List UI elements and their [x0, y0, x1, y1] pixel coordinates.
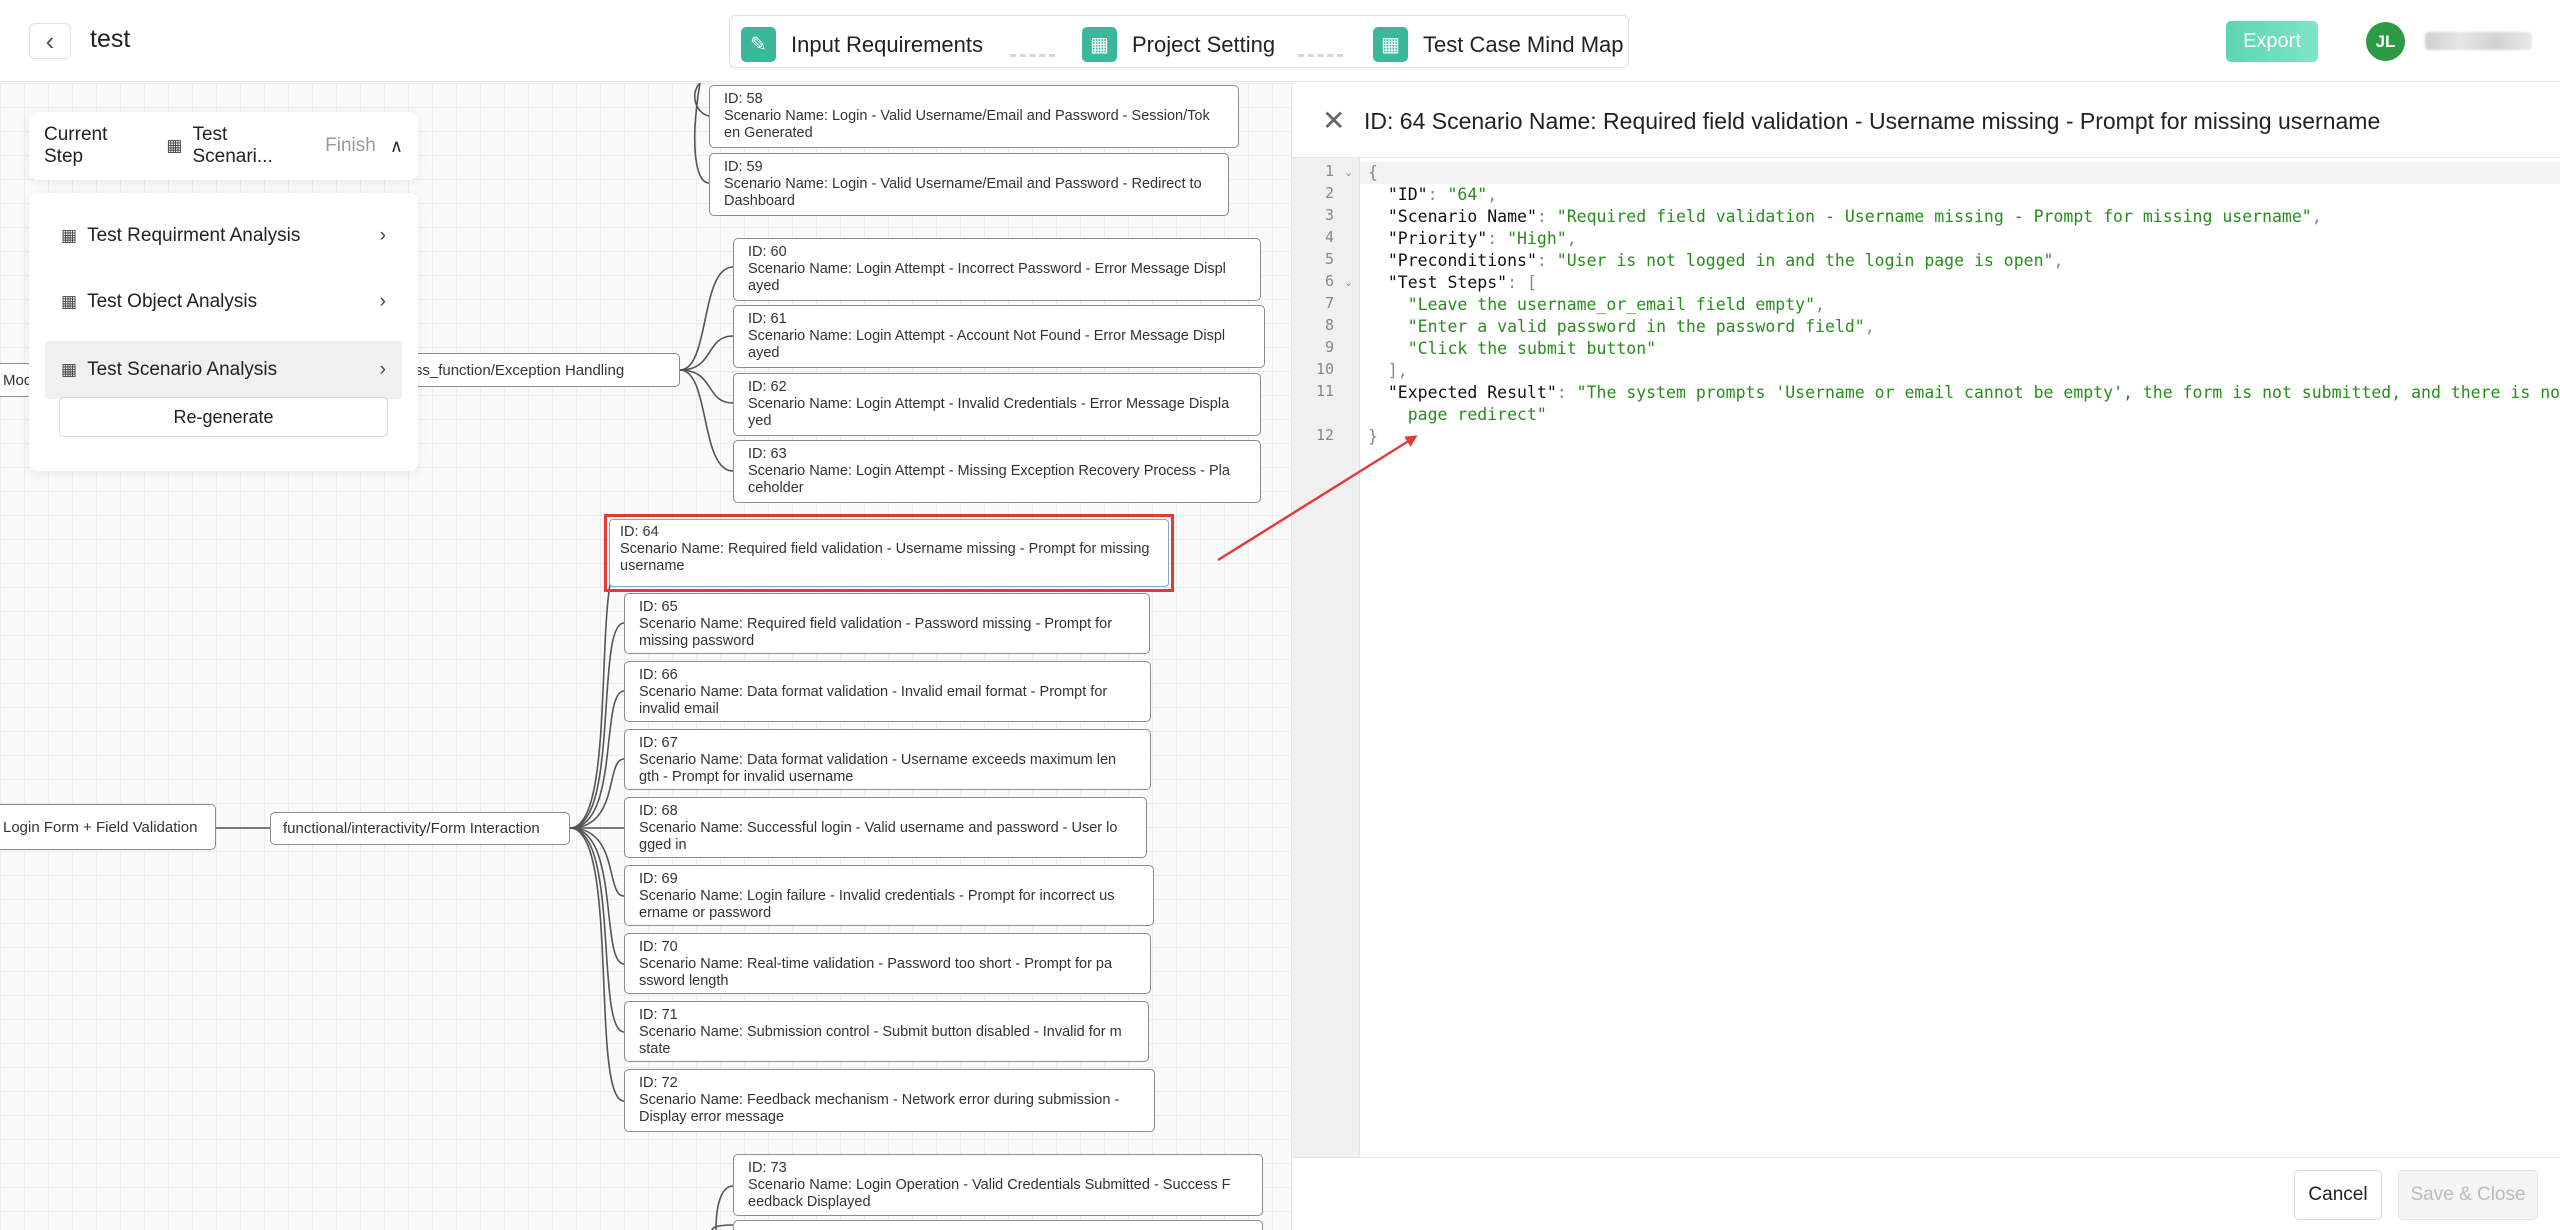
- line-number: 4: [1324, 228, 1334, 246]
- chevron-left-icon: ‹: [45, 26, 55, 56]
- chevron-right-icon: ›: [379, 225, 386, 246]
- scenario-node[interactable]: ID: 70 Scenario Name: Real-time validati…: [624, 933, 1151, 994]
- module-node-login-form[interactable]: Login Form + Field Validation: [0, 804, 216, 850]
- scenario-node[interactable]: ID: 72 Scenario Name: Feedback mechanism…: [624, 1069, 1155, 1132]
- code-token: "Enter a valid password in the password …: [1407, 317, 1865, 336]
- chevron-right-icon: ›: [379, 291, 386, 312]
- save-and-close-button[interactable]: Save & Close: [2398, 1170, 2538, 1220]
- regenerate-button[interactable]: Re-generate: [59, 397, 388, 437]
- branch-node-exception[interactable]: Business_function/Exception Handling: [380, 353, 680, 387]
- code-token: "ID": [1387, 185, 1428, 204]
- grid-icon: ▦: [61, 226, 78, 245]
- scenario-node[interactable]: ID: 62 Scenario Name: Login Attempt - In…: [733, 373, 1261, 436]
- scenario-node-inner: ID: 64 Scenario Name: Required field val…: [609, 519, 1169, 587]
- steps-menu: ▦ Test Requirment Analysis › ▦ Test Obje…: [29, 193, 418, 471]
- scenario-node[interactable]: ID: 58 Scenario Name: Login - Valid User…: [709, 85, 1239, 148]
- code-token: "User is not logged in and the login pag…: [1556, 251, 2054, 270]
- scenario-node[interactable]: ID: 59 Scenario Name: Login - Valid User…: [709, 153, 1229, 216]
- code-token: "64": [1447, 185, 1488, 204]
- username-blurred: [2425, 32, 2532, 50]
- code-token: "Priority": [1387, 229, 1488, 248]
- fold-toggle-icon[interactable]: ⌄: [1344, 276, 1353, 289]
- step-navigator: ✎ Input Requirements ▦ Project Setting ▦…: [729, 15, 1629, 68]
- line-number: 2: [1324, 184, 1334, 202]
- project-name: test: [90, 25, 131, 53]
- scenario-node[interactable]: ID: 69 Scenario Name: Login failure - In…: [624, 865, 1154, 926]
- menu-item-scenario-analysis[interactable]: ▦ Test Scenario Analysis ›: [45, 341, 402, 399]
- status-badge: Finish: [325, 135, 376, 156]
- avatar[interactable]: JL: [2366, 22, 2405, 61]
- code-token: page redirect": [1407, 405, 1547, 424]
- step-label: Test Case Mind Map: [1423, 31, 1624, 57]
- line-number: 3: [1324, 206, 1334, 224]
- step-connector: [1298, 54, 1343, 57]
- code-token: "Leave the username_or_email field empty…: [1407, 295, 1816, 314]
- grid-icon: ▦: [1373, 27, 1408, 62]
- step-test-case-mind-map[interactable]: ▦ Test Case Mind Map: [1373, 27, 1624, 62]
- scenario-node[interactable]: ID: 68 Scenario Name: Successful login -…: [624, 797, 1147, 858]
- root-node-partial[interactable]: Modu: [0, 363, 32, 397]
- step-project-setting[interactable]: ▦ Project Setting: [1082, 27, 1275, 62]
- export-button[interactable]: Export: [2226, 21, 2318, 62]
- top-bar: ‹ test ✎ Input Requirements ▦ Project Se…: [0, 0, 2560, 82]
- grid-icon: ▦: [166, 136, 183, 155]
- code-token: "Preconditions": [1387, 251, 1537, 270]
- code-token: "Required field validation - Username mi…: [1556, 207, 2312, 226]
- scenario-node-selected[interactable]: ID: 64 Scenario Name: Required field val…: [604, 514, 1174, 592]
- current-step-dropdown[interactable]: Current Step ▦ Test Scenari... Finish ∧: [29, 112, 418, 180]
- menu-item-requirement-analysis[interactable]: ▦ Test Requirment Analysis ›: [45, 207, 402, 265]
- code-token: "High": [1507, 229, 1567, 248]
- code-token: "Expected Result": [1387, 383, 1557, 402]
- grid-icon: ▦: [1082, 27, 1117, 62]
- scenario-node[interactable]: ID: 60 Scenario Name: Login Attempt - In…: [733, 238, 1261, 301]
- json-code: { "ID": "64", "Scenario Name": "Required…: [1368, 163, 2560, 446]
- scenario-node[interactable]: ID: 66 Scenario Name: Data format valida…: [624, 661, 1151, 722]
- grid-icon: ▦: [61, 292, 78, 311]
- close-icon[interactable]: ✕: [1322, 107, 1345, 135]
- json-editor[interactable]: 1 2 3 4 5 6 7 8 9 10 11 12 ⌄ ⌄ { "ID": "…: [1292, 157, 2560, 1158]
- cancel-button[interactable]: Cancel: [2294, 1170, 2382, 1220]
- current-step-label: Current Step: [44, 124, 108, 167]
- code-token: "Test Steps": [1387, 273, 1508, 292]
- line-number: 12: [1315, 426, 1334, 444]
- detail-footer: Cancel Save & Close: [1292, 1157, 2560, 1230]
- scenario-node-partial[interactable]: [733, 1220, 1263, 1230]
- edit-icon: ✎: [741, 27, 776, 62]
- line-number: 10: [1315, 360, 1334, 378]
- step-input-requirements[interactable]: ✎ Input Requirements: [741, 27, 983, 62]
- chevron-right-icon: ›: [379, 359, 386, 380]
- fold-toggle-icon[interactable]: ⌄: [1344, 166, 1353, 179]
- scenario-node[interactable]: ID: 61 Scenario Name: Login Attempt - Ac…: [733, 305, 1265, 368]
- detail-panel: ✕ ID: 64 Scenario Name: Required field v…: [1291, 83, 2560, 1230]
- step-connector: [1010, 54, 1055, 57]
- code-token: "The system prompts 'Username or email c…: [1576, 383, 2560, 402]
- line-number: 11: [1315, 382, 1334, 400]
- code-token: }: [1368, 427, 1378, 446]
- scenario-node[interactable]: ID: 67 Scenario Name: Data format valida…: [624, 729, 1151, 790]
- menu-item-object-analysis[interactable]: ▦ Test Object Analysis ›: [45, 273, 402, 331]
- current-step-value: Test Scenari...: [192, 124, 273, 167]
- scenario-node[interactable]: ID: 71 Scenario Name: Submission control…: [624, 1001, 1149, 1062]
- line-number: 8: [1324, 316, 1334, 334]
- line-number: 7: [1324, 294, 1334, 312]
- code-token: "Click the submit button": [1407, 339, 1657, 358]
- scenario-node[interactable]: ID: 65 Scenario Name: Required field val…: [624, 593, 1150, 654]
- code-token: {: [1368, 163, 1378, 182]
- line-number: 5: [1324, 250, 1334, 268]
- code-token: "Scenario Name": [1387, 207, 1537, 226]
- branch-node-form-interaction[interactable]: functional/interactivity/Form Interactio…: [270, 812, 570, 845]
- grid-icon: ▦: [61, 360, 78, 379]
- active-line-highlight: [1360, 162, 2560, 184]
- line-number: 9: [1324, 338, 1334, 356]
- detail-title: ID: 64 Scenario Name: Required field val…: [1364, 108, 2381, 134]
- step-label: Input Requirements: [791, 31, 983, 57]
- step-label: Project Setting: [1132, 31, 1276, 57]
- scenario-node[interactable]: ID: 73 Scenario Name: Login Operation - …: [733, 1154, 1263, 1216]
- chevron-up-icon: ∧: [389, 135, 403, 156]
- back-button[interactable]: ‹: [29, 23, 71, 59]
- line-gutter: 1 2 3 4 5 6 7 8 9 10 11 12 ⌄ ⌄: [1292, 158, 1360, 1158]
- scenario-node[interactable]: ID: 63 Scenario Name: Login Attempt - Mi…: [733, 440, 1261, 503]
